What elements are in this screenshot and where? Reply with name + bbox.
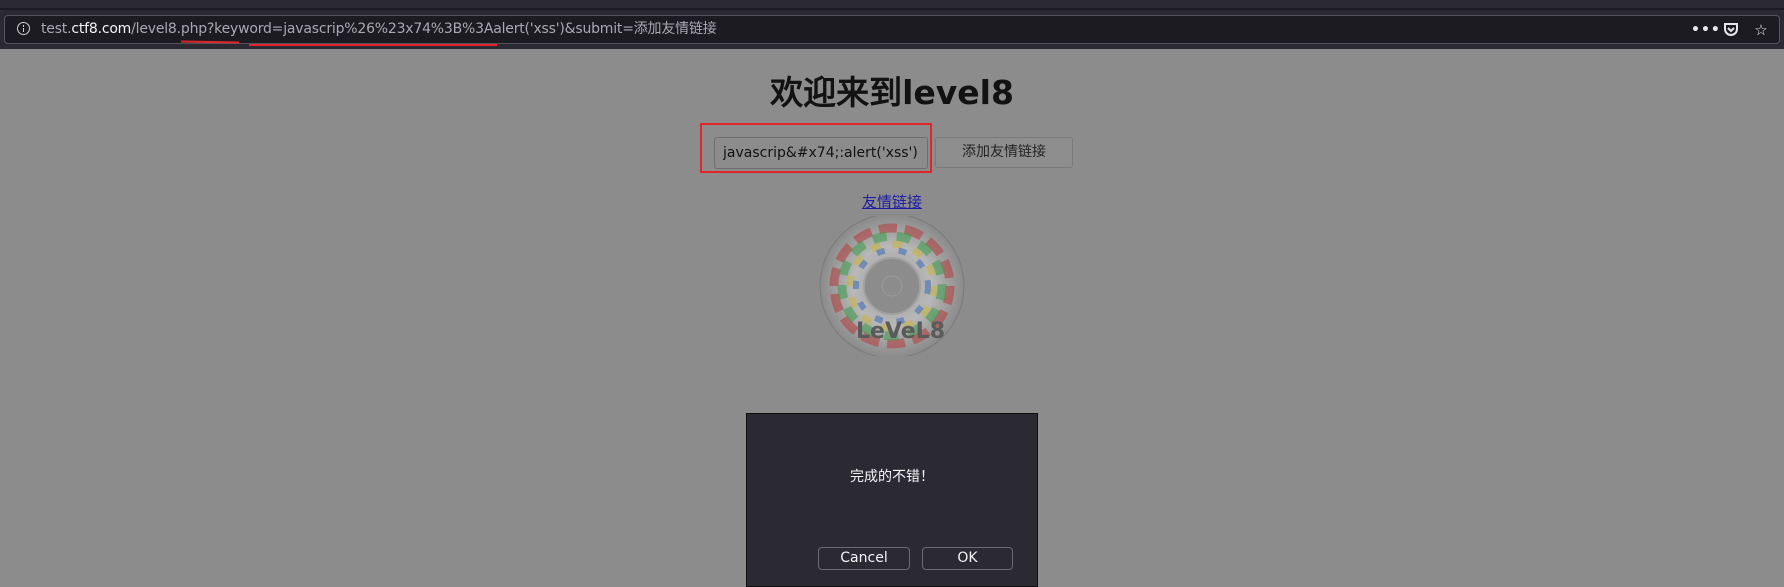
disc-label: LeVeL8 <box>856 319 945 344</box>
more-icon[interactable]: ••• <box>1691 20 1720 40</box>
friend-link-anchor[interactable]: 友情链接 <box>862 193 922 211</box>
page-title: 欢迎来到level8 <box>770 73 1014 112</box>
tab-strip <box>0 0 1784 10</box>
alert-dialog: 完成的不错！ Cancel OK <box>746 413 1038 587</box>
pocket-icon[interactable] <box>1721 20 1741 40</box>
address-bar[interactable]: test.ctf8.com/level8.php?keyword=javascr… <box>4 15 1780 46</box>
url-path: /level8.php?keyword=javascrip%26%23x74%3… <box>131 21 717 37</box>
url-text[interactable]: test.ctf8.com/level8.php?keyword=javascr… <box>41 20 717 39</box>
keyword-input[interactable] <box>714 137 928 169</box>
page-content: 欢迎来到level8 添加友情链接 友情链接 LeVeL8 完成的不错！ Can… <box>0 49 1784 587</box>
add-friend-link-button[interactable]: 添加友情链接 <box>935 137 1073 168</box>
browser-toolbar: test.ctf8.com/level8.php?keyword=javascr… <box>0 10 1784 49</box>
cancel-button[interactable]: Cancel <box>818 547 910 570</box>
ok-button[interactable]: OK <box>922 547 1013 570</box>
url-annotation-underline <box>249 44 497 46</box>
friend-link: 友情链接 <box>0 192 1784 212</box>
url-prefix: test. <box>41 21 72 37</box>
info-icon[interactable] <box>17 22 30 35</box>
url-domain: ctf8.com <box>71 21 132 37</box>
bookmark-star-icon[interactable]: ☆ <box>1751 20 1771 40</box>
level8-disc-image: LeVeL8 <box>819 216 965 356</box>
dialog-message: 完成的不错！ <box>850 469 934 485</box>
url-annotation-underline <box>180 40 240 44</box>
toolbar-icons: ••• ☆ <box>1691 20 1771 40</box>
